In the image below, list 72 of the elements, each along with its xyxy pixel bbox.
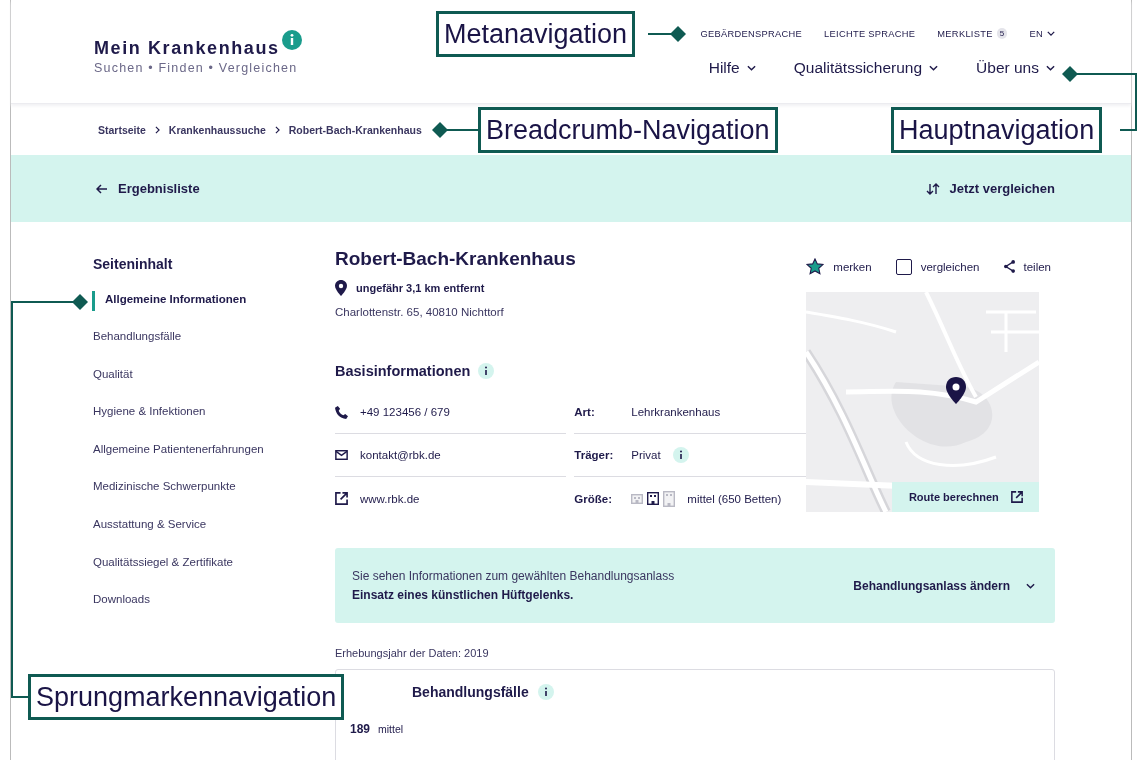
website-link[interactable]: www.rbk.de bbox=[360, 492, 420, 505]
info-icon[interactable] bbox=[672, 447, 689, 463]
callout-connector bbox=[647, 26, 686, 42]
external-link-icon bbox=[1010, 491, 1023, 503]
toc-link[interactable]: Medizinische Schwerpunkte bbox=[93, 480, 335, 518]
notice-topic: Einsatz eines künstlichen Hüftgelenks. bbox=[352, 588, 575, 602]
card-title: Behandlungsfälle bbox=[412, 684, 529, 700]
main-nav-link[interactable]: Qualitätssicherung bbox=[793, 59, 939, 77]
mail-icon bbox=[335, 450, 348, 460]
chevron-down-icon bbox=[746, 65, 756, 71]
compare-action[interactable]: vergleichen bbox=[895, 258, 980, 275]
info-icon[interactable] bbox=[478, 363, 495, 379]
compare-link[interactable]: Jetzt vergleichen bbox=[925, 181, 1055, 196]
share-action[interactable]: teilen bbox=[1003, 258, 1051, 275]
phone-icon bbox=[335, 405, 348, 419]
toc-link[interactable]: Ausstattung & Service bbox=[93, 517, 335, 556]
case-count: 189 bbox=[350, 722, 371, 736]
chevron-down-icon bbox=[929, 65, 939, 71]
toc-link[interactable]: Hygiene & Infektionen bbox=[93, 405, 335, 443]
main-nav-link[interactable]: Über uns bbox=[976, 59, 1055, 77]
back-link[interactable]: Ergebnisliste bbox=[96, 181, 200, 196]
callout-label: Sprungmarkennavigation bbox=[28, 674, 345, 720]
chevron-icon bbox=[274, 125, 280, 134]
survey-year-text: Erhebungsjahr der Daten: 2019 bbox=[335, 647, 490, 659]
share-icon bbox=[1003, 260, 1015, 273]
address-text: Charlottenstr. 65, 40810 Nichttorf bbox=[335, 306, 505, 318]
meta-nav-link[interactable]: LEICHTE SPRACHE bbox=[824, 28, 916, 39]
fact-value: Privat bbox=[631, 449, 661, 461]
sort-arrows-icon bbox=[925, 181, 940, 196]
location-pin-icon bbox=[335, 280, 347, 296]
route-button[interactable]: Route berechnen bbox=[892, 482, 1040, 512]
change-topic-button[interactable]: Behandlungsanlass ändern bbox=[853, 578, 1035, 593]
callout-connector bbox=[432, 122, 479, 138]
fact-label: Art: bbox=[574, 406, 596, 418]
toc-link[interactable]: Allgemeine Informationen bbox=[92, 291, 335, 311]
toc-link[interactable]: Downloads bbox=[93, 593, 335, 631]
breadcrumb-link[interactable]: Robert-Bach-Krankenhaus bbox=[288, 123, 422, 136]
breadcrumb-link[interactable]: Krankenhaussuche bbox=[168, 123, 266, 136]
contact-text[interactable]: +49 123456 / 679 bbox=[360, 406, 450, 418]
info-icon[interactable] bbox=[537, 684, 554, 700]
fact-value: Lehrkrankenhaus bbox=[631, 406, 721, 418]
meta-nav-link[interactable]: MERKLISTE 5 bbox=[937, 28, 1008, 39]
callout-label: Breadcrumb-Navigation bbox=[478, 107, 778, 153]
toc-title: Seiteninhalt bbox=[93, 256, 174, 274]
notice-text: Sie sehen Informationen zum gewählten Behandlungsanlass bbox=[352, 569, 675, 583]
chevron-icon bbox=[154, 125, 160, 134]
toc-link[interactable]: Qualitätssiegel & Zertifikate bbox=[93, 555, 335, 594]
logo-title[interactable]: Mein Krankenhaus bbox=[94, 38, 280, 59]
meta-nav-link[interactable]: EN bbox=[1029, 28, 1055, 39]
fact-value: mittel (650 Betten) bbox=[687, 492, 782, 505]
external-link-icon bbox=[335, 492, 348, 505]
breadcrumb-link[interactable]: Startseite bbox=[98, 123, 146, 136]
bookmark-action[interactable]: merken bbox=[806, 258, 872, 275]
contact-text[interactable]: kontakt@rbk.de bbox=[360, 449, 441, 461]
logo-tagline: Suchen • Finden • Vergleichen bbox=[94, 61, 299, 75]
fact-label: Größe: bbox=[574, 492, 613, 505]
case-rating: mittel bbox=[378, 723, 404, 735]
arrow-left-icon bbox=[96, 183, 108, 194]
distance-text: ungefähr 3,1 km entfernt bbox=[356, 282, 485, 294]
main-nav-link[interactable]: Hilfe bbox=[708, 59, 756, 77]
checkbox[interactable] bbox=[895, 258, 912, 275]
toc-link[interactable]: Qualität bbox=[93, 367, 335, 406]
callout-label: Hauptnavigation bbox=[891, 107, 1103, 153]
fact-label: Träger: bbox=[574, 449, 615, 461]
callout-label: Metanavigation bbox=[436, 11, 636, 57]
section-title: Basisinformationen bbox=[335, 363, 471, 379]
toc-link[interactable]: Allgemeine Patientenerfahrungen bbox=[93, 442, 335, 481]
toc-link[interactable]: Behandlungsfälle bbox=[93, 330, 335, 368]
hospital-name: Robert-Bach-Krankenhaus bbox=[335, 248, 577, 270]
chevron-down-icon bbox=[1026, 582, 1035, 589]
chevron-down-icon bbox=[1046, 65, 1055, 71]
meta-nav-link[interactable]: GEBÄRDENSPRACHE bbox=[700, 28, 803, 39]
